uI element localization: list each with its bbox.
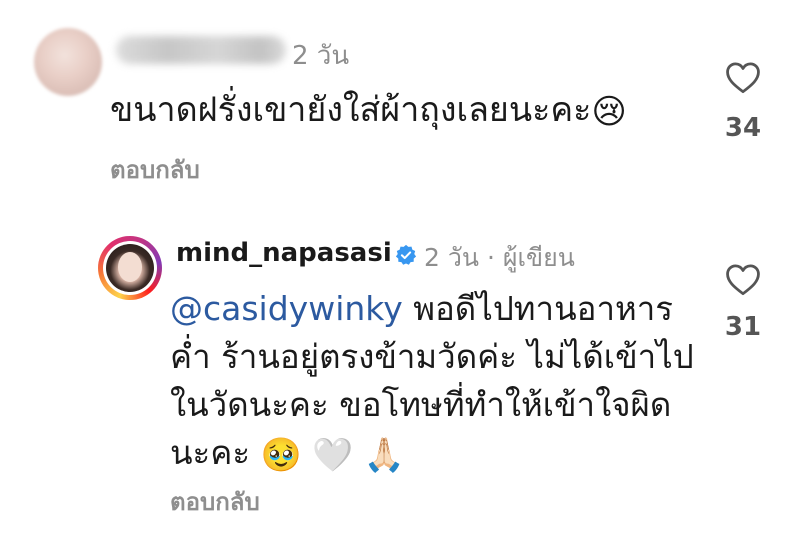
comment-line-4: นะคะ [170,433,251,472]
author-label: ผู้เขียน [502,243,575,272]
praying-hands-emoji: 🙏🏻 [363,434,405,474]
comment-text: ขนาดฝรั่งเขายังใส่ผ้าถุงเลยนะคะ😢 [110,82,627,136]
comment-text: @casidywinky พอดีไปทานอาหาร ค่ำ ร้านอยู่… [170,285,710,479]
verified-badge-icon [395,244,417,265]
reply-button[interactable]: ตอบกลับ [170,482,260,521]
crying-emoji: 😢 [591,91,627,132]
pleading-face-emoji: 🥹 [260,434,302,474]
like-count[interactable]: 34 [713,113,773,143]
comment-line-3: ในวัดนะคะ ขอโทษที่ทำให้เข้าใจผิด [170,385,672,424]
username[interactable]: mind_napasasi [176,238,392,268]
comment-time: 2 วัน [292,41,350,71]
comment-time: 2 วัน [424,243,479,272]
avatar[interactable] [34,28,102,96]
heart-outline-icon[interactable] [724,262,762,296]
heart-outline-icon[interactable] [724,60,762,94]
username-blurred[interactable] [116,36,286,64]
reply-button[interactable]: ตอบกลับ [110,150,200,189]
meta-separator: · [486,243,495,272]
avatar-face [118,252,142,282]
like-count[interactable]: 31 [713,312,773,342]
comment-line-1: พอดีไปทานอาหาร [402,289,673,328]
mention-link[interactable]: @casidywinky [170,289,403,328]
comment-meta: 2 วัน · ผู้เขียน [424,238,575,278]
comment-text-body: ขนาดฝรั่งเขายังใส่ผ้าถุงเลยนะคะ [110,90,592,130]
comment-line-2: ค่ำ ร้านอยู่ตรงข้ามวัดค่ะ ไม่ได้เข้าไป [170,337,694,376]
white-heart-emoji: 🤍 [312,434,354,474]
